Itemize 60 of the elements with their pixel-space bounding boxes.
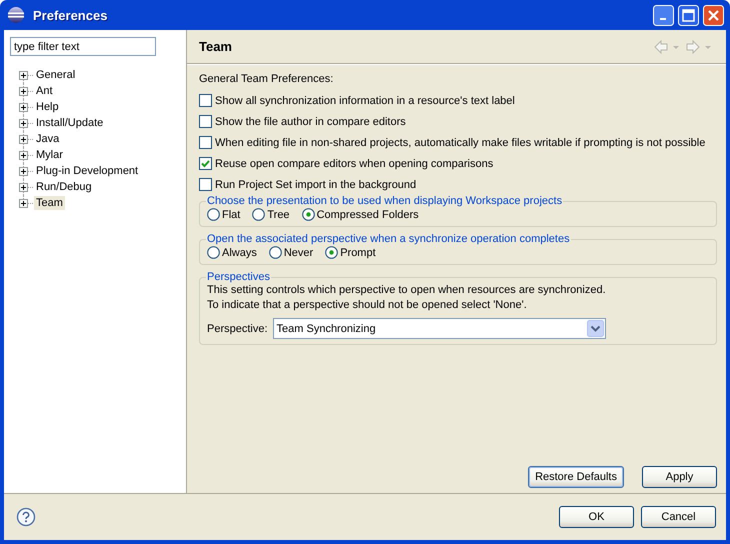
expand-icon[interactable] [19,102,28,112]
radio-label: Always [222,246,257,258]
group-title: Perspectives [206,271,271,283]
cancel-button[interactable]: Cancel [641,506,716,528]
tree-item[interactable]: Install/Update [34,116,106,130]
expand-icon[interactable] [19,134,28,144]
expand-icon[interactable] [19,166,28,176]
group-title: Choose the presentation to be used when displaying Workspace projects [206,195,564,207]
window-title: Preferences [33,8,108,22]
tree-item[interactable]: Ant [34,84,55,98]
checkbox[interactable] [199,136,212,149]
checkbox-label: Show the file author in compare editors [215,116,406,128]
checkbox[interactable] [199,178,212,191]
field-label: Perspective: [207,322,268,334]
group-title: Open the associated perspective when a synchronize operation completes [206,233,571,245]
radio-label: Prompt [340,246,376,258]
expand-icon[interactable] [19,198,28,208]
expand-icon[interactable] [19,150,28,160]
radio-button[interactable] [207,246,220,259]
radio-button[interactable] [268,246,282,259]
ok-button[interactable]: OK [559,506,634,528]
expand-icon[interactable] [19,118,28,128]
section-label: General Team Preferences: [199,73,334,85]
tree-item[interactable]: General [34,68,78,82]
checkbox-label: Reuse open compare editors when opening comparisons [215,158,494,170]
checkbox[interactable] [199,94,212,107]
maximize-button[interactable] [678,4,699,26]
tree-item[interactable]: Plug-in Development [34,164,140,178]
radio-label: Never [284,246,314,258]
checkbox[interactable] [199,115,212,128]
radio-button[interactable] [325,246,338,259]
restore-defaults-button[interactable]: Restore Defaults [528,466,624,488]
help-icon[interactable] [16,507,36,527]
checkbox[interactable] [199,157,212,170]
minimize-button[interactable] [653,4,674,26]
radio-label: Flat [222,208,240,220]
expand-icon[interactable] [19,70,28,80]
close-button[interactable] [703,4,724,26]
tree-item[interactable]: Help [34,100,61,114]
tree-item[interactable]: Team [34,196,65,210]
page-title: Team [199,39,233,54]
radio-label: Compressed Folders [316,208,419,220]
tree-item[interactable]: Mylar [34,148,65,162]
radio-button[interactable] [302,208,315,221]
expand-icon[interactable] [19,86,28,96]
radio-button[interactable] [207,208,220,221]
description-text: To indicate that a perspective should not be opened select 'None'. [207,298,528,313]
checkbox-label: Show all synchronization information in a resource's text label [215,94,515,106]
eclipse-logo-icon [7,6,25,24]
tree-item[interactable]: Run/Debug [34,180,94,194]
perspective-dropdown[interactable]: Team Synchronizing [272,318,606,339]
radio-label: Tree [267,208,290,220]
description-text: This setting controls which perspective to open when resources are synchronized. [207,283,607,298]
checkbox-label: When editing file in non-shared projects, automatically make files writable if prompting is not possible [215,136,706,148]
filter-field[interactable]: type filter text [10,37,156,56]
radio-button[interactable] [252,208,266,221]
apply-button[interactable]: Apply [642,466,717,488]
tree-item[interactable]: Java [34,132,62,146]
expand-icon[interactable] [19,182,28,192]
checkbox-label: Run Project Set import in the background [215,178,416,190]
